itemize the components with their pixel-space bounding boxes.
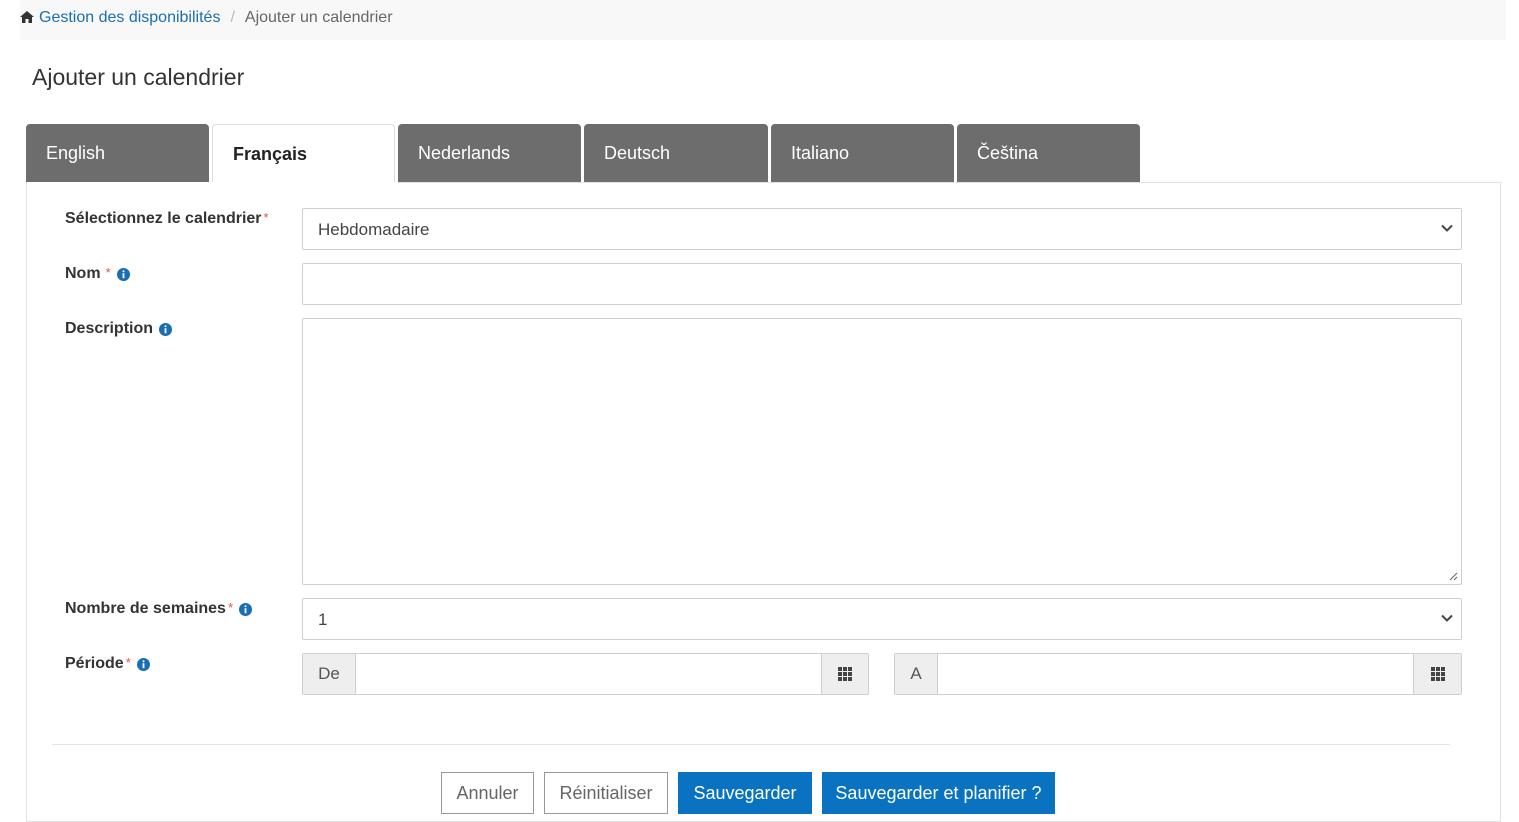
home-icon bbox=[20, 11, 34, 23]
resize-handle-icon[interactable] bbox=[1448, 571, 1458, 581]
period-from-addon: De bbox=[303, 654, 356, 694]
weeks-select-value: 1 bbox=[318, 610, 328, 629]
tab-italiano[interactable]: Italiano bbox=[771, 124, 954, 183]
breadcrumb-home-link[interactable]: Gestion des disponibilités bbox=[39, 9, 220, 27]
period-to-input[interactable] bbox=[938, 654, 1413, 694]
info-icon[interactable] bbox=[239, 602, 253, 616]
period-label-text: Période bbox=[65, 655, 124, 672]
period-to-addon: A bbox=[895, 654, 938, 694]
chevron-down-icon bbox=[1441, 224, 1453, 232]
breadcrumb: Gestion des disponibilités / Ajouter un … bbox=[20, 0, 1506, 40]
panel-top-border bbox=[397, 182, 1502, 183]
name-label: Nom * bbox=[65, 265, 130, 283]
period-from-input[interactable] bbox=[356, 654, 821, 694]
breadcrumb-separator: / bbox=[230, 9, 235, 26]
period-from-calendar-button[interactable] bbox=[821, 654, 868, 694]
form-panel: Sélectionnez le calendrier * Hebdomadair… bbox=[26, 182, 1502, 822]
grid-icon bbox=[838, 667, 852, 681]
tab-nederlands[interactable]: Nederlands bbox=[398, 124, 581, 183]
reset-button[interactable]: Réinitialiser bbox=[544, 772, 668, 814]
tab-cestina[interactable]: Čeština bbox=[957, 124, 1140, 183]
info-icon[interactable] bbox=[116, 267, 130, 281]
info-icon[interactable] bbox=[136, 657, 150, 671]
save-button[interactable]: Sauvegarder bbox=[678, 772, 812, 814]
form-divider bbox=[52, 744, 1450, 745]
description-label: Description bbox=[65, 320, 173, 338]
calendar-select-value: Hebdomadaire bbox=[318, 220, 430, 239]
tab-francais[interactable]: Français bbox=[212, 124, 395, 184]
name-label-text: Nom bbox=[65, 265, 101, 282]
page-title: Ajouter un calendrier bbox=[32, 64, 245, 90]
calendar-select[interactable]: Hebdomadaire bbox=[302, 208, 1462, 250]
language-tabs: English Français Nederlands Deutsch Ital… bbox=[26, 124, 1143, 184]
grid-icon bbox=[1430, 667, 1445, 681]
period-from-group: De bbox=[302, 653, 869, 695]
cancel-button[interactable]: Annuler bbox=[441, 772, 534, 814]
weeks-label: Nombre de semaines * bbox=[65, 600, 253, 618]
period-to-group: A bbox=[894, 653, 1462, 695]
tab-english[interactable]: English bbox=[26, 124, 209, 183]
tab-deutsch[interactable]: Deutsch bbox=[584, 124, 768, 183]
required-mark: * bbox=[105, 265, 111, 280]
calendar-select-label: Sélectionnez le calendrier * bbox=[65, 210, 269, 228]
breadcrumb-current: Ajouter un calendrier bbox=[244, 9, 393, 26]
required-mark: * bbox=[227, 600, 234, 615]
description-textarea[interactable] bbox=[302, 318, 1462, 585]
weeks-select[interactable]: 1 bbox=[302, 598, 1462, 640]
save-and-plan-button[interactable]: Sauvegarder et planifier ? bbox=[822, 772, 1055, 814]
chevron-down-icon bbox=[1441, 614, 1453, 622]
required-mark: * bbox=[263, 210, 269, 225]
weeks-label-text: Nombre de semaines bbox=[65, 600, 226, 617]
period-label: Période * bbox=[65, 655, 150, 673]
period-to-calendar-button[interactable] bbox=[1413, 654, 1461, 694]
calendar-select-label-text: Sélectionnez le calendrier bbox=[65, 210, 262, 227]
description-label-text: Description bbox=[65, 320, 154, 337]
name-input[interactable] bbox=[302, 263, 1462, 305]
info-icon[interactable] bbox=[159, 322, 173, 336]
required-mark: * bbox=[125, 655, 131, 670]
